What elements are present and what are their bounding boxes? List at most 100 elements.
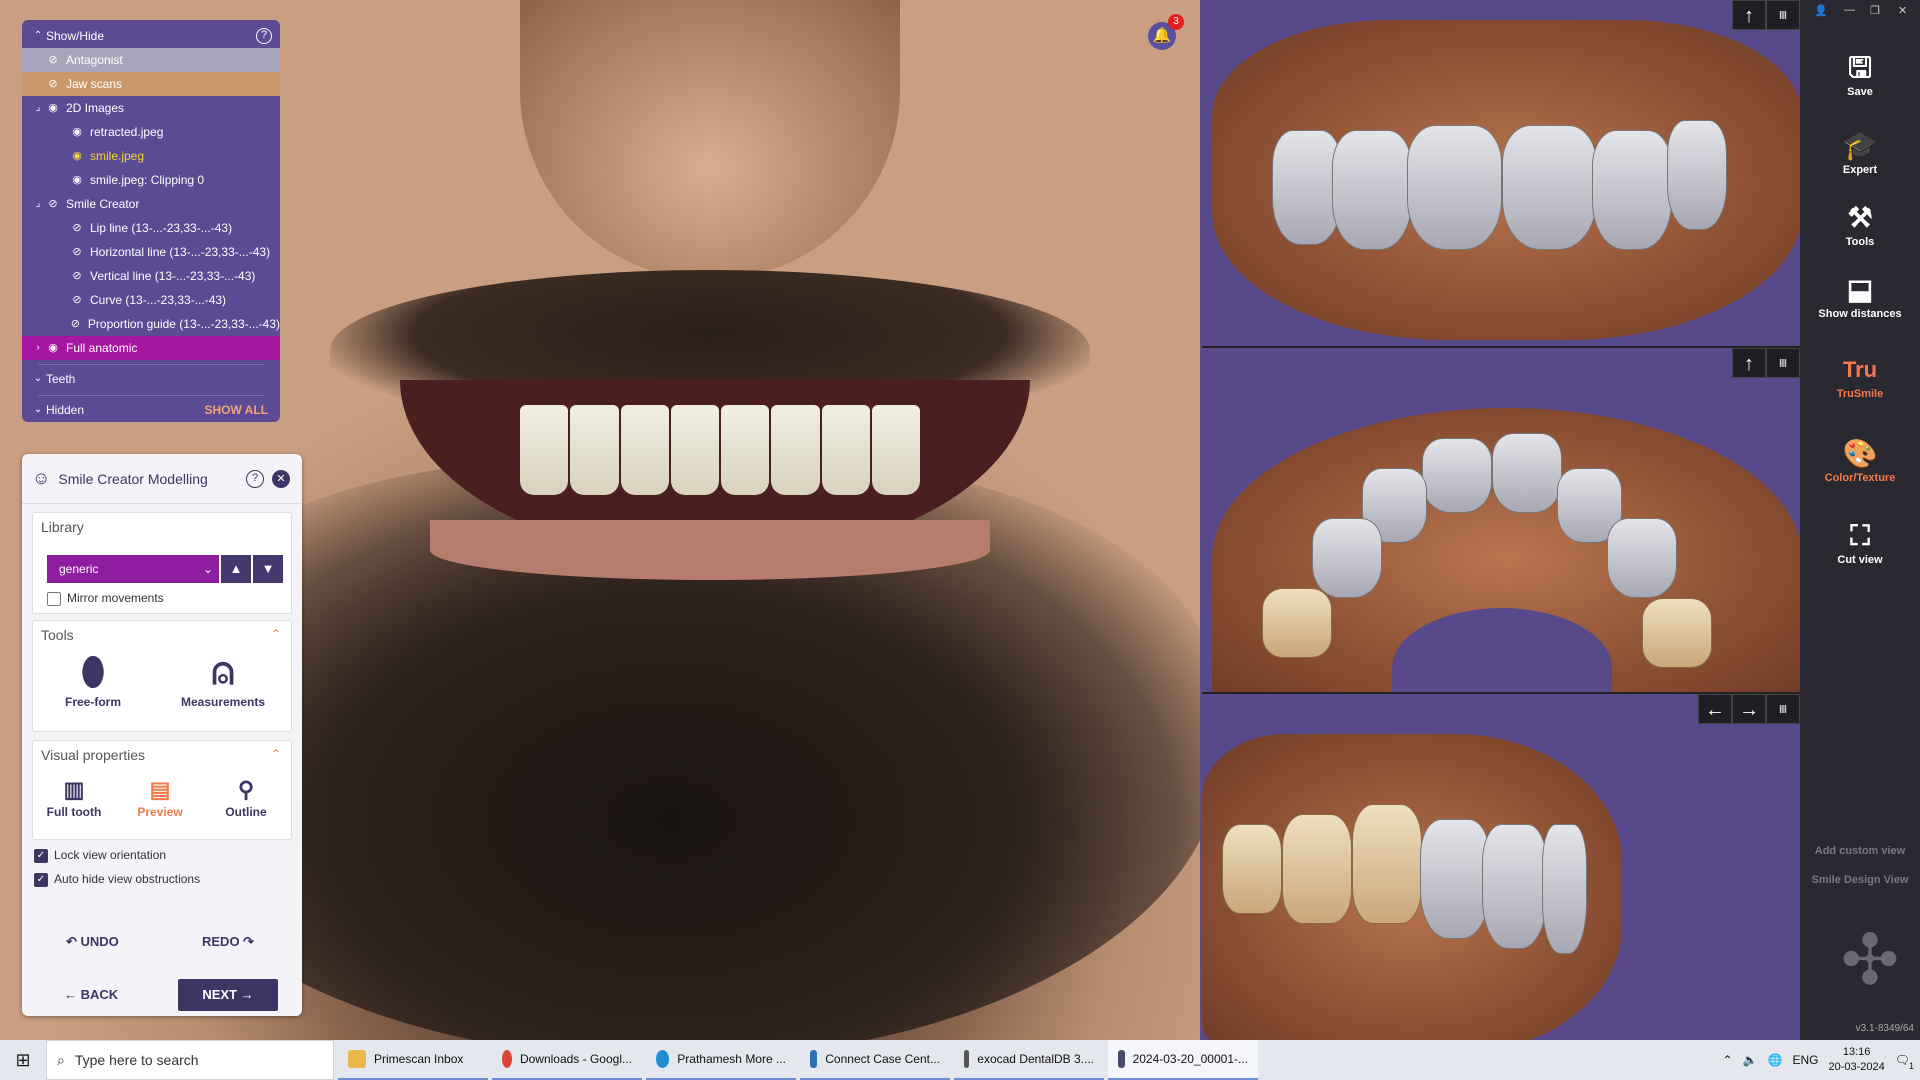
undo-button[interactable]: ↶ UNDO <box>66 934 119 950</box>
expert-button[interactable]: 🎓 Expert <box>1800 128 1920 176</box>
library-next-button[interactable]: ▼ <box>253 555 283 583</box>
speaker-icon[interactable]: 🔈 <box>1743 1053 1758 1067</box>
outline-option[interactable]: ⚲ Outline <box>211 775 281 819</box>
restore-icon[interactable]: ❐ <box>1870 4 1880 17</box>
task-primescan-inbox[interactable]: Primescan Inbox <box>338 1040 488 1080</box>
color-texture-button[interactable]: 🎨 Color/Texture <box>1800 436 1920 484</box>
chevron-up-icon[interactable]: ⌃ <box>271 627 281 641</box>
expand-icon[interactable]: › <box>30 336 46 360</box>
smile-design-view-button[interactable]: Smile Design View <box>1800 874 1920 886</box>
task-exocad-case[interactable]: 2024-03-20_00001-... <box>1108 1040 1258 1080</box>
collapse-icon[interactable]: ⌟ <box>30 96 46 120</box>
task-chrome-downloads[interactable]: Downloads - Googl... <box>492 1040 642 1080</box>
free-form-tool[interactable]: ⬮ Free-form <box>53 649 133 709</box>
eye-hidden-icon[interactable]: ⊘ <box>46 48 60 72</box>
add-custom-view-button[interactable]: Add custom view <box>1800 845 1920 857</box>
collapse-icon[interactable]: ⌟ <box>30 192 46 216</box>
eye-icon[interactable]: ◉ <box>70 144 84 168</box>
task-edge-prathamesh[interactable]: Prathamesh More ... <box>646 1040 796 1080</box>
tree-item-smile-jpeg[interactable]: ◉ smile.jpeg <box>22 144 280 168</box>
tree-item-lip-line[interactable]: ⊘ Lip line (13-...-23,33-...-43) <box>22 216 280 240</box>
viewport-lateral[interactable]: ← → 𝍬 <box>1202 694 1800 1040</box>
arrow-left-icon[interactable]: ← <box>1698 694 1732 724</box>
mirror-movements-option[interactable]: Mirror movements <box>47 591 164 606</box>
preview-icon: ▤ <box>149 777 171 802</box>
show-hide-header[interactable]: ⌃ Show/Hide ? <box>22 24 280 48</box>
tree-item-antagonist[interactable]: ⊘ Antagonist <box>22 48 280 72</box>
back-button[interactable]: ← BACK <box>64 987 118 1002</box>
eye-icon[interactable]: ◉ <box>46 96 60 120</box>
eye-hidden-icon[interactable]: ⊘ <box>70 264 84 288</box>
measurements-tool[interactable]: ⍝ Measurements <box>173 649 273 709</box>
viewport-occlusal[interactable]: ↑ 𝍬 <box>1202 348 1800 694</box>
eye-icon[interactable]: ◉ <box>70 168 84 192</box>
teeth-view-icon[interactable]: 𝍬 <box>1766 348 1800 378</box>
eye-hidden-icon[interactable]: ⊘ <box>69 312 82 336</box>
library-prev-button[interactable]: ▲ <box>221 555 251 583</box>
teeth-view-icon[interactable]: 𝍬 <box>1766 694 1800 724</box>
eye-hidden-icon[interactable]: ⊘ <box>46 192 60 216</box>
tree-item-hidden[interactable]: ⌄ Hidden SHOW ALL <box>22 398 280 422</box>
eye-icon[interactable]: ◉ <box>46 336 60 360</box>
windows-start-icon[interactable]: ⊞ <box>0 1040 46 1080</box>
mirror-movements-checkbox[interactable] <box>47 591 61 606</box>
chevron-down-icon[interactable]: ⌄ <box>30 367 46 391</box>
user-icon[interactable]: 👤 <box>1814 4 1828 17</box>
save-button[interactable]: 🖫 Save <box>1800 50 1920 98</box>
view-navigation-cross-icon[interactable]: ✣ <box>1820 910 1920 1010</box>
notification-center-icon[interactable]: 🗨 1 <box>1895 1053 1914 1071</box>
preview-option[interactable]: ▤ Preview <box>125 775 195 819</box>
chevron-up-icon[interactable]: ⌃ <box>30 24 46 48</box>
library-select[interactable]: generic ⌄ <box>47 555 219 583</box>
chevron-down-icon[interactable]: ⌄ <box>30 398 46 422</box>
chevron-up-icon[interactable]: ⌃ <box>271 747 281 761</box>
eye-icon[interactable]: ◉ <box>70 120 84 144</box>
show-distances-button[interactable]: ⬓ Show distances <box>1800 272 1920 320</box>
language-indicator[interactable]: ENG <box>1792 1053 1818 1067</box>
show-all-button[interactable]: SHOW ALL <box>204 398 268 422</box>
trusmile-button[interactable]: Tru TruSmile <box>1800 352 1920 400</box>
auto-hide-option[interactable]: ✓ Auto hide view obstructions <box>34 872 200 887</box>
tree-item-curve[interactable]: ⊘ Curve (13-...-23,33-...-43) <box>22 288 280 312</box>
tree-item-smile-clipping[interactable]: ◉ smile.jpeg: Clipping 0 <box>22 168 280 192</box>
tree-item-proportion-guide[interactable]: ⊘ Proportion guide (13-...-23,33-...-43) <box>22 312 280 336</box>
help-icon[interactable]: ? <box>256 28 272 44</box>
close-window-icon[interactable]: ✕ <box>1898 4 1907 17</box>
tree-item-teeth[interactable]: ⌄ Teeth <box>22 367 280 391</box>
full-tooth-option[interactable]: ▥ Full tooth <box>39 775 109 819</box>
next-button[interactable]: NEXT → <box>178 979 278 1011</box>
eye-hidden-icon[interactable]: ⊘ <box>46 72 60 96</box>
tree-item-smile-creator[interactable]: ⌟ ⊘ Smile Creator <box>22 192 280 216</box>
redo-button[interactable]: REDO ↷ <box>202 934 254 950</box>
tree-item-2d-images[interactable]: ⌟ ◉ 2D Images <box>22 96 280 120</box>
tree-item-full-anatomic[interactable]: › ◉ Full anatomic <box>22 336 280 360</box>
eye-hidden-icon[interactable]: ⊘ <box>70 288 84 312</box>
designed-teeth-overlay[interactable] <box>520 405 920 495</box>
clock[interactable]: 13:16 20-03-2024 <box>1828 1045 1884 1075</box>
tree-item-horizontal-line[interactable]: ⊘ Horizontal line (13-...-23,33-...-43) <box>22 240 280 264</box>
tools-button[interactable]: ⚒ Tools <box>1800 200 1920 248</box>
arrow-up-icon[interactable]: ↑ <box>1732 348 1766 378</box>
minimize-icon[interactable]: — <box>1844 4 1855 16</box>
tree-item-retracted-jpeg[interactable]: ◉ retracted.jpeg <box>22 120 280 144</box>
auto-hide-checkbox[interactable]: ✓ <box>34 872 48 887</box>
show-hide-panel: ⌃ Show/Hide ? ⊘ Antagonist ⊘ Jaw scans ⌟ ◉ 2… <box>22 20 280 422</box>
task-exocad-dentaldb[interactable]: exocad DentalDB 3.... <box>954 1040 1104 1080</box>
chevron-up-icon[interactable]: ⌃ <box>1723 1053 1733 1067</box>
teeth-view-icon[interactable]: 𝍬 <box>1766 0 1800 30</box>
globe-icon[interactable]: 🌐 <box>1768 1053 1783 1067</box>
lock-view-checkbox[interactable]: ✓ <box>34 848 48 863</box>
eye-hidden-icon[interactable]: ⊘ <box>70 216 84 240</box>
help-icon[interactable]: ? <box>246 469 264 488</box>
lock-view-option[interactable]: ✓ Lock view orientation <box>34 848 166 863</box>
close-icon[interactable]: ✕ <box>272 469 290 488</box>
tree-item-vertical-line[interactable]: ⊘ Vertical line (13-...-23,33-...-43) <box>22 264 280 288</box>
tree-item-jaw-scans[interactable]: ⊘ Jaw scans <box>22 72 280 96</box>
arrow-up-icon[interactable]: ↑ <box>1732 0 1766 30</box>
eye-hidden-icon[interactable]: ⊘ <box>70 240 84 264</box>
viewport-front[interactable]: ↑ 𝍬 <box>1202 0 1800 348</box>
task-connect-case-center[interactable]: Connect Case Cent... <box>800 1040 950 1080</box>
cut-view-button[interactable]: ⛶ Cut view <box>1800 518 1920 566</box>
taskbar-search[interactable]: ⌕ Type here to search <box>46 1040 334 1080</box>
arrow-right-icon[interactable]: → <box>1732 694 1766 724</box>
